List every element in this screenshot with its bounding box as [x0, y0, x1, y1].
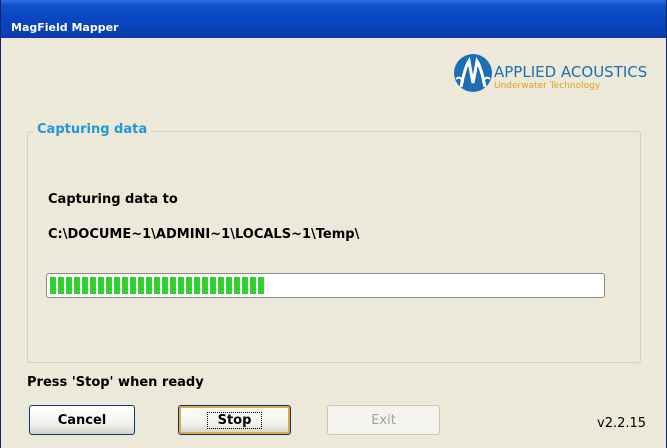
cancel-button[interactable]: Cancel	[29, 405, 135, 435]
exit-button[interactable]: Exit	[327, 405, 440, 435]
capture-progress-fill	[50, 277, 265, 294]
capture-group-title: Capturing data	[33, 122, 152, 137]
capture-destination-label: Capturing data to	[48, 192, 178, 207]
stop-button-label: Stop	[206, 411, 263, 429]
company-logo: APPLIED ACOUSTICS Underwater Technology	[453, 53, 663, 97]
cancel-button-label: Cancel	[57, 412, 107, 428]
title-bar[interactable]: MagField Mapper	[1, 0, 666, 38]
stop-button[interactable]: Stop	[178, 405, 291, 435]
applied-acoustics-logo-icon	[454, 54, 492, 92]
logo-tagline: Underwater Technology	[494, 81, 601, 91]
capture-destination-path: C:\DOCUME~1\ADMINI~1\LOCALS~1\Temp\	[48, 227, 360, 242]
capture-groupbox	[27, 131, 641, 363]
version-label: v2.2.15	[597, 416, 647, 431]
window-title: MagField Mapper	[11, 21, 119, 34]
stop-hint-text: Press 'Stop' when ready	[27, 375, 204, 390]
capture-progress-bar	[46, 273, 605, 298]
exit-button-label: Exit	[371, 412, 396, 428]
app-window: MagField Mapper APPLIED ACOUSTICS Underw…	[0, 0, 667, 448]
logo-company-name: APPLIED ACOUSTICS	[494, 63, 648, 81]
